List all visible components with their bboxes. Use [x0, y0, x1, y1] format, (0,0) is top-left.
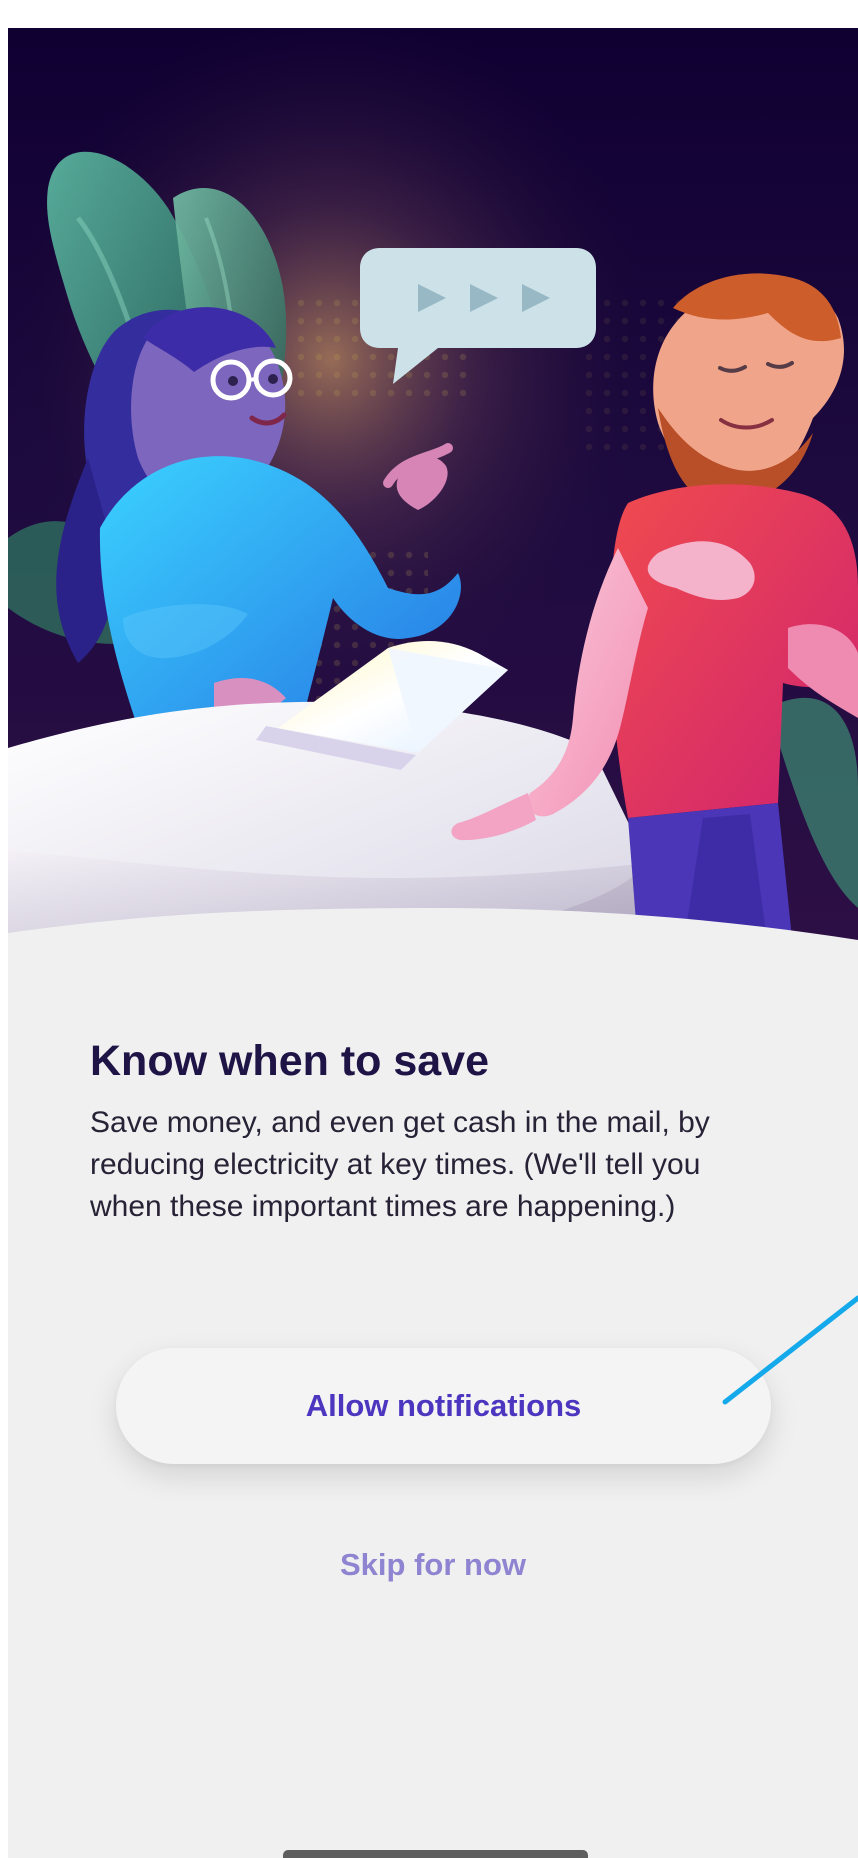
allow-notifications-button[interactable]: Allow notifications	[116, 1348, 771, 1464]
annotation-line	[722, 1295, 858, 1405]
skip-for-now-button[interactable]: Skip for now	[8, 1538, 858, 1592]
content-section: Know when to save Save money, and even g…	[8, 28, 858, 1858]
description-text: Save money, and even get cash in the mai…	[90, 1106, 710, 1223]
home-indicator	[283, 1850, 588, 1858]
onboarding-screen: Know when to save Save money, and even g…	[8, 28, 858, 1858]
page-title: Know when to save	[90, 1037, 490, 1085]
